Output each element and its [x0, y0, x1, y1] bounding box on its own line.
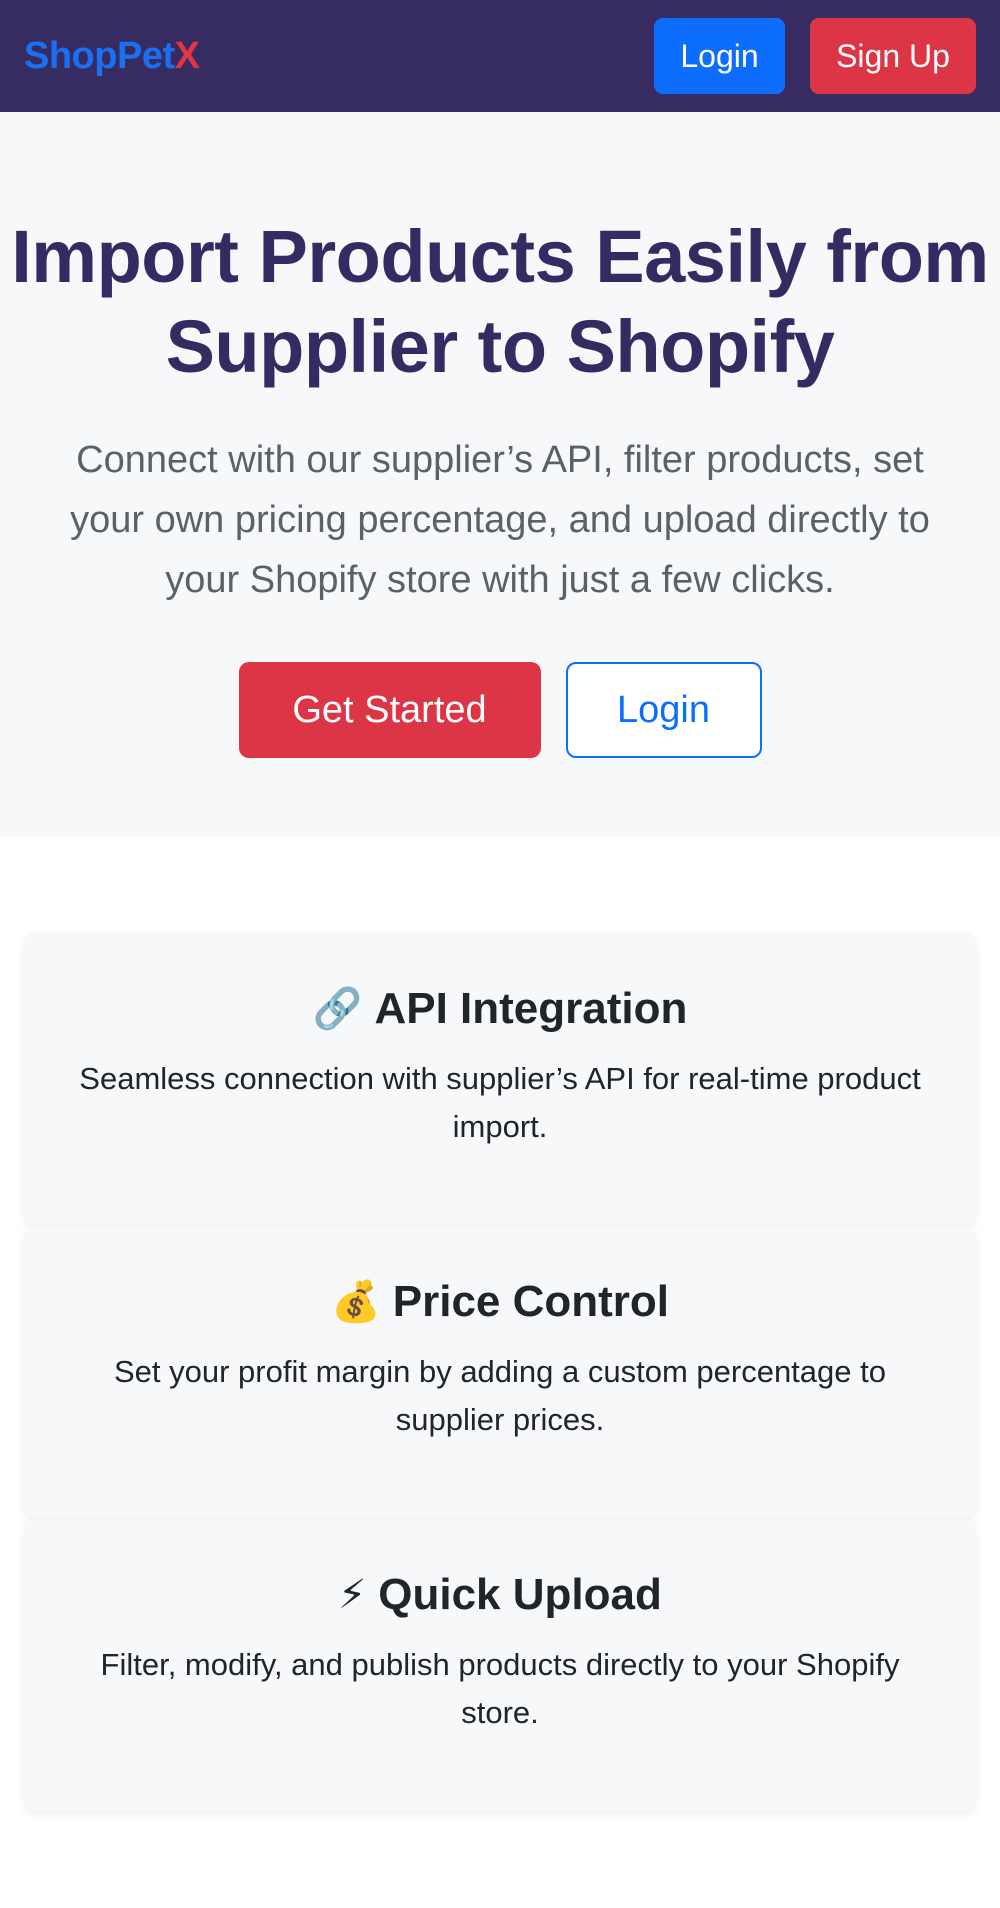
feature-description: Filter, modify, and publish products dir…	[100, 1647, 900, 1730]
feature-title: ⚡ Quick Upload	[24, 1567, 976, 1623]
feature-description: Seamless connection with supplier’s API …	[79, 1061, 921, 1144]
hero-section: Import Products Easily from Supplier to …	[0, 112, 1000, 837]
feature-title-text: Quick Upload	[378, 1570, 662, 1619]
brand-name-part2: X	[174, 34, 200, 77]
money-bag-icon: 💰	[330, 1280, 381, 1324]
hero-login-button[interactable]: Login	[565, 662, 762, 758]
brand-name-part1: ShopPet	[24, 34, 175, 77]
hero-subtitle: Connect with our supplier’s API, filter …	[70, 439, 930, 601]
nav-signup-button[interactable]: Sign Up	[810, 18, 976, 94]
feature-card-api-integration: 🔗 API Integration Seamless connection wi…	[24, 933, 976, 1225]
features-section: 🔗 API Integration Seamless connection wi…	[0, 837, 1000, 1811]
lightning-icon: ⚡	[338, 1573, 367, 1617]
feature-title: 🔗 API Integration	[24, 981, 976, 1037]
feature-card-quick-upload: ⚡ Quick Upload Filter, modify, and publi…	[24, 1519, 976, 1811]
feature-card-price-control: 💰 Price Control Set your profit margin b…	[24, 1226, 976, 1518]
brand-logo[interactable]: ShopPetX	[24, 34, 200, 78]
get-started-button[interactable]: Get Started	[238, 662, 541, 758]
link-icon: 🔗	[312, 987, 363, 1031]
hero-title: Import Products Easily from Supplier to …	[11, 215, 989, 388]
top-navbar: ShopPetX Login Sign Up	[0, 0, 1000, 112]
nav-login-button[interactable]: Login	[654, 18, 785, 94]
feature-title: 💰 Price Control	[24, 1274, 976, 1330]
feature-title-text: Price Control	[392, 1277, 670, 1326]
nav-actions: Login Sign Up	[654, 18, 976, 94]
hero-actions: Get Started Login	[0, 662, 1000, 758]
feature-title-text: API Integration	[374, 984, 688, 1033]
feature-description: Set your profit margin by adding a custo…	[114, 1354, 886, 1437]
